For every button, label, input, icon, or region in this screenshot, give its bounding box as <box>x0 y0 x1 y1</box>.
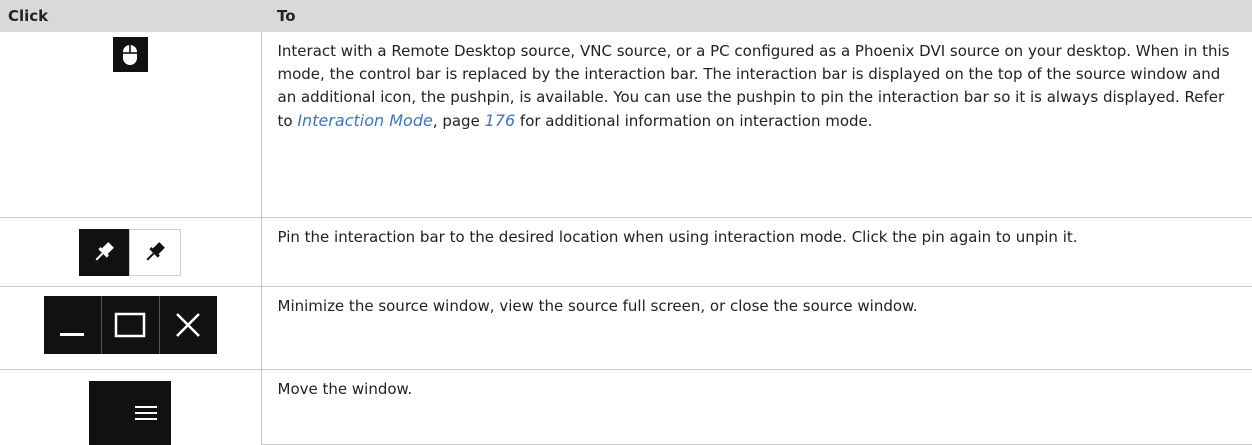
reference-table: Click To Interact with a Remote Desktop … <box>0 0 1252 445</box>
table-row: Pin the interaction bar to the desired l… <box>0 217 1252 287</box>
icon-cell <box>0 32 262 218</box>
table-row: Move the window. <box>0 369 1252 445</box>
description-text-after: for additional information on interactio… <box>515 112 873 130</box>
description-cell: Minimize the source window, view the sou… <box>261 286 1252 370</box>
interaction-mode-link[interactable]: Interaction Mode <box>297 111 432 130</box>
close-button[interactable] <box>159 295 217 354</box>
header-to: To <box>261 0 1252 32</box>
pushpin-dark-button[interactable] <box>79 228 130 276</box>
page-link[interactable]: 176 <box>485 111 516 130</box>
window-controls <box>43 295 217 354</box>
header-click: Click <box>0 0 261 32</box>
minimize-icon <box>60 332 85 336</box>
table-row: Interact with a Remote Desktop source, V… <box>0 32 1252 218</box>
maximize-icon <box>115 312 146 337</box>
table-row: Minimize the source window, view the sou… <box>0 286 1252 370</box>
mouse-icon <box>123 44 138 65</box>
description-cell: Move the window. <box>261 369 1252 445</box>
maximize-button[interactable] <box>101 295 159 354</box>
description-cell: Pin the interaction bar to the desired l… <box>261 217 1252 287</box>
pushpin-light-button[interactable] <box>129 228 182 276</box>
close-icon <box>176 312 201 337</box>
icon-cell <box>0 217 262 287</box>
pushpin-dark-icon <box>95 242 115 261</box>
description-cell: Interact with a Remote Desktop source, V… <box>261 32 1252 218</box>
move-handle[interactable] <box>89 380 172 445</box>
menu-icon <box>135 405 158 420</box>
pushpin-light-icon <box>146 242 166 261</box>
description-text: Move the window. <box>277 379 413 398</box>
description-text-mid: , page <box>432 112 485 130</box>
description-text: Pin the interaction bar to the desired l… <box>277 227 1078 246</box>
description-text: Minimize the source window, view the sou… <box>277 296 918 315</box>
minimize-button[interactable] <box>43 295 101 354</box>
table-header-row: Click To <box>0 0 1252 32</box>
icon-cell <box>0 286 262 370</box>
icon-cell <box>0 369 262 445</box>
mouse-button[interactable] <box>112 37 148 72</box>
